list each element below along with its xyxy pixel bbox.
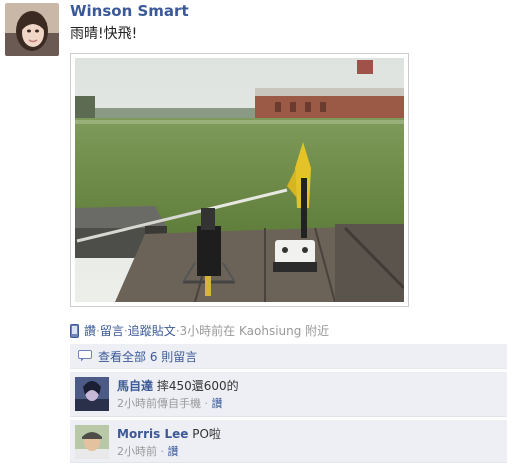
comment-link[interactable]: 留言 bbox=[100, 322, 124, 339]
comment-item: Morris Lee PO啦 2小時前 · 讚 bbox=[70, 420, 507, 463]
comment-item: 馬自達 摔450還600的 2小時前傳自手機 · 讚 bbox=[70, 372, 507, 417]
post-time-location[interactable]: 3小時前在 Kaohsiung 附近 bbox=[180, 322, 330, 339]
comment-like-link[interactable]: 讚 bbox=[168, 445, 179, 458]
status-text: 雨晴!快飛! bbox=[70, 26, 138, 42]
like-link[interactable]: 讚 bbox=[84, 322, 96, 339]
comment-like-link[interactable]: 讚 bbox=[212, 397, 223, 410]
mobile-phone-icon bbox=[70, 323, 79, 338]
author-name[interactable]: Winson Smart bbox=[70, 2, 189, 20]
follow-post-link[interactable]: 追蹤貼文 bbox=[128, 322, 176, 339]
author-avatar[interactable] bbox=[5, 3, 59, 56]
post-meta: 讚 · 留言 · 追蹤貼文 · 3小時前在 Kaohsiung 附近 bbox=[70, 322, 329, 339]
comment-time[interactable]: 2小時前傳自手機 bbox=[117, 397, 201, 410]
commenter-avatar[interactable] bbox=[75, 425, 109, 459]
comment-separator: · bbox=[204, 397, 209, 410]
commenter-name[interactable]: 馬自達 bbox=[117, 379, 153, 393]
view-all-comments-button[interactable]: 查看全部 6 則留言 bbox=[70, 344, 507, 369]
speech-bubble-icon bbox=[78, 350, 92, 362]
comments-section: 查看全部 6 則留言 馬自達 摔450還600的 2小時前傳自手機 · 讚 Mo… bbox=[70, 344, 507, 463]
commenter-name[interactable]: Morris Lee bbox=[117, 427, 188, 441]
view-all-comments-label: 查看全部 6 則留言 bbox=[98, 349, 198, 364]
comment-text: PO啦 bbox=[192, 427, 221, 441]
comment-separator: · bbox=[160, 445, 165, 458]
comment-time[interactable]: 2小時前 bbox=[117, 445, 157, 458]
comment-text: 摔450還600的 bbox=[156, 379, 239, 393]
post-photo[interactable] bbox=[70, 53, 409, 307]
commenter-avatar[interactable] bbox=[75, 377, 109, 411]
helicopter-photo bbox=[75, 58, 404, 302]
